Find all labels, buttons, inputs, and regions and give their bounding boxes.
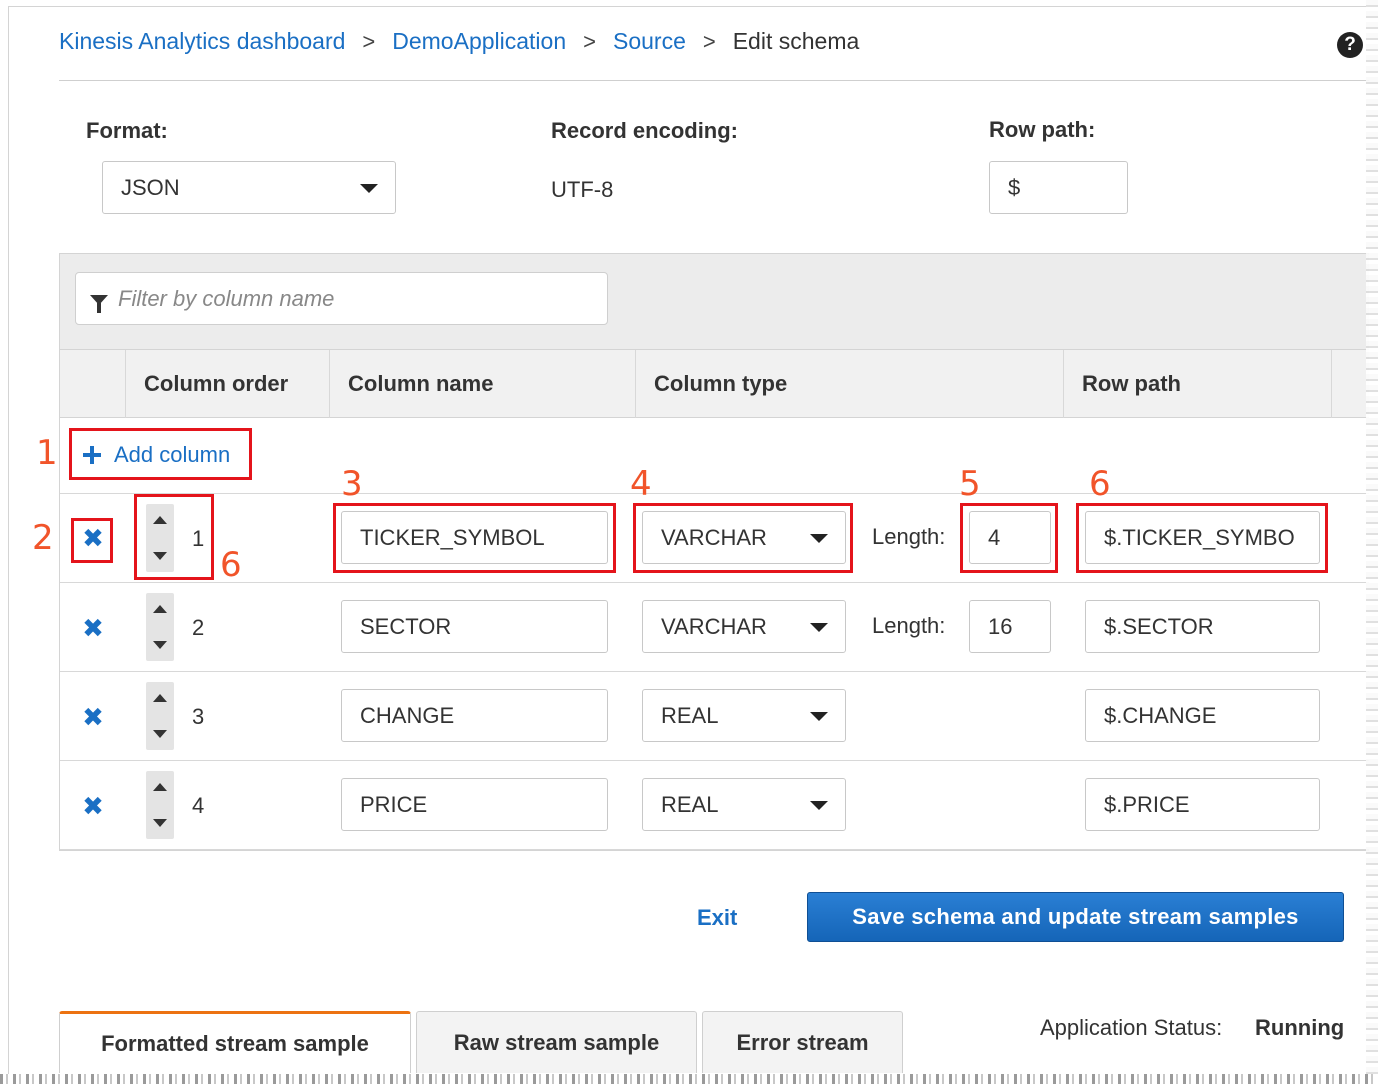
filter-funnel-icon — [90, 294, 108, 313]
annotation-number: 6 — [220, 545, 242, 585]
row-path-value: $.CHANGE — [1104, 702, 1217, 728]
breadcrumb-separator: > — [362, 28, 376, 54]
annotation-box — [960, 503, 1058, 573]
annotation-box — [333, 503, 616, 573]
annotation-number: 5 — [959, 464, 981, 504]
edit-schema-page: Kinesis Analytics dashboard > DemoApplic… — [0, 0, 1378, 1084]
annotation-number: 6 — [1089, 464, 1111, 504]
annotation-box — [633, 503, 853, 573]
arrow-up-icon[interactable] — [153, 605, 167, 613]
table-row: ✖ 3 CHANGE REAL $.CHANGE — [60, 672, 1369, 761]
delete-x-icon[interactable]: ✖ — [82, 615, 104, 641]
question-circle-icon[interactable]: ? — [1337, 32, 1363, 58]
column-type-value: VARCHAR — [661, 613, 767, 639]
header-column-name[interactable]: Column name — [330, 350, 493, 418]
column-name-input[interactable]: CHANGE — [341, 689, 608, 742]
order-stepper[interactable] — [146, 771, 174, 839]
breadcrumb-application-link[interactable]: DemoApplication — [392, 28, 566, 55]
column-name-input[interactable]: SECTOR — [341, 600, 608, 653]
row-path-label: Row path: — [989, 117, 1096, 142]
format-select[interactable]: JSON — [102, 161, 396, 214]
arrow-down-icon[interactable] — [153, 730, 167, 738]
column-type-select[interactable]: REAL — [642, 778, 846, 831]
annotation-box — [1076, 503, 1328, 573]
column-name-value: PRICE — [360, 791, 428, 817]
row-path-value: $.PRICE — [1104, 791, 1190, 817]
application-status-label: Application Status: — [1040, 1015, 1223, 1040]
table-row: ✖ 2 SECTOR VARCHAR Length: 16 $.SECTOR — [60, 583, 1369, 672]
breadcrumb-dashboard-link[interactable]: Kinesis Analytics dashboard — [59, 28, 345, 55]
caret-down-icon — [360, 183, 378, 193]
order-stepper[interactable] — [146, 593, 174, 661]
annotation-number: 2 — [32, 518, 54, 558]
column-name-input[interactable]: PRICE — [341, 778, 608, 831]
tab-raw-stream-sample[interactable]: Raw stream sample — [416, 1011, 697, 1073]
annotation-box — [69, 428, 252, 480]
row-path-value: $.SECTOR — [1104, 613, 1214, 639]
length-value: 16 — [988, 613, 1013, 639]
delete-x-icon[interactable]: ✖ — [82, 793, 104, 819]
table-header: Column order Column name Column type Row… — [60, 350, 1369, 418]
tab-formatted-stream-sample[interactable]: Formatted stream sample — [59, 1011, 411, 1073]
row-path-cell-input[interactable]: $.PRICE — [1085, 778, 1320, 831]
caret-down-icon — [810, 711, 828, 721]
header-divider — [1331, 350, 1332, 418]
filter-bar: Filter by column name — [60, 254, 1369, 350]
length-input[interactable]: 16 — [969, 600, 1051, 653]
header-column-type[interactable]: Column type — [636, 350, 787, 418]
add-column-row: Add column — [60, 418, 1369, 494]
save-schema-button[interactable]: Save schema and update stream samples — [807, 892, 1344, 942]
row-path-cell-input[interactable]: $.SECTOR — [1085, 600, 1320, 653]
delete-x-icon[interactable]: ✖ — [82, 704, 104, 730]
column-name-value: SECTOR — [360, 613, 452, 639]
column-order-value: 2 — [192, 615, 205, 640]
header-column-order[interactable]: Column order — [126, 350, 288, 418]
column-type-select[interactable]: VARCHAR — [642, 600, 846, 653]
column-name-value: CHANGE — [360, 702, 455, 728]
caret-down-icon — [810, 622, 828, 632]
annotation-box — [134, 494, 214, 580]
table-row: ✖ 4 PRICE REAL $.PRICE — [60, 761, 1369, 850]
record-encoding-label: Record encoding: — [551, 118, 739, 143]
record-encoding-value: UTF-8 — [551, 177, 614, 202]
column-type-value: REAL — [661, 702, 719, 728]
breadcrumb: Kinesis Analytics dashboard > DemoApplic… — [59, 28, 859, 55]
row-path-input[interactable]: $ — [989, 161, 1128, 214]
format-select-value: JSON — [121, 174, 180, 200]
annotation-number: 4 — [630, 464, 652, 504]
annotation-number: 3 — [341, 464, 363, 504]
column-order-value: 3 — [192, 704, 205, 729]
arrow-down-icon[interactable] — [153, 819, 167, 827]
column-type-select[interactable]: REAL — [642, 689, 846, 742]
annotation-box — [71, 518, 113, 563]
exit-link[interactable]: Exit — [697, 905, 737, 931]
length-label: Length: — [872, 613, 946, 638]
column-order-value: 4 — [192, 793, 205, 818]
filter-input[interactable]: Filter by column name — [75, 272, 608, 325]
column-type-value: REAL — [661, 791, 719, 817]
breadcrumb-current: Edit schema — [732, 28, 860, 54]
tab-error-stream[interactable]: Error stream — [702, 1011, 903, 1073]
breadcrumb-source-link[interactable]: Source — [613, 28, 686, 55]
format-label: Format: — [86, 118, 168, 143]
arrow-up-icon[interactable] — [153, 694, 167, 702]
header-row-path[interactable]: Row path — [1064, 350, 1181, 418]
application-status-value: Running — [1255, 1015, 1345, 1040]
length-label: Length: — [872, 524, 946, 549]
breadcrumb-separator: > — [583, 28, 596, 54]
annotation-number: 1 — [36, 433, 58, 473]
order-stepper[interactable] — [146, 682, 174, 750]
arrow-down-icon[interactable] — [153, 641, 167, 649]
row-path-cell-input[interactable]: $.CHANGE — [1085, 689, 1320, 742]
row-path-input-value: $ — [1008, 174, 1021, 200]
header-divider — [59, 80, 1369, 81]
caret-down-icon — [810, 800, 828, 810]
torn-edge-bottom — [0, 1074, 1378, 1084]
filter-placeholder: Filter by column name — [118, 285, 335, 311]
torn-edge-right — [1366, 0, 1378, 1084]
arrow-up-icon[interactable] — [153, 783, 167, 791]
breadcrumb-separator: > — [702, 28, 716, 54]
